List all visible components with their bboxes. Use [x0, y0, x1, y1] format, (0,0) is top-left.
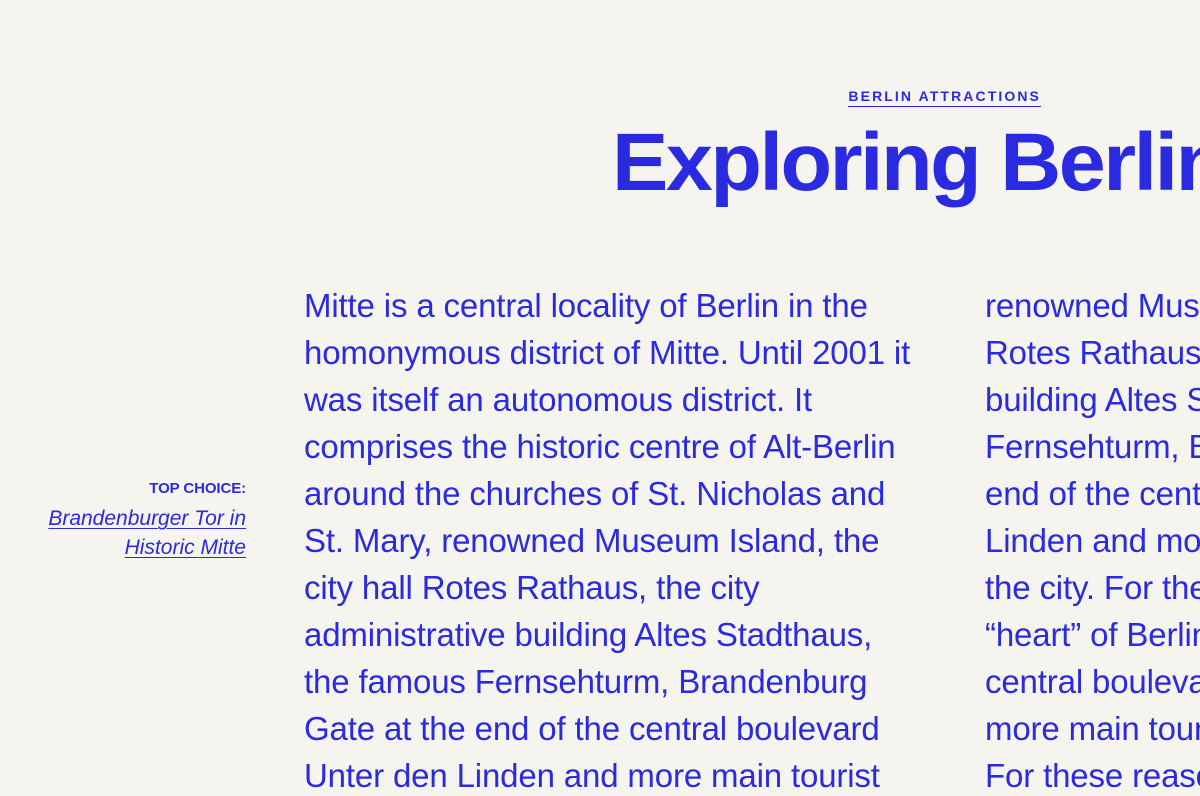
category-eyebrow-link[interactable]: BERLIN ATTRACTIONS	[848, 89, 1041, 107]
top-choice-link[interactable]: Brandenburger Tor in Historic Mitte	[48, 507, 246, 559]
eyebrow-row: BERLIN ATTRACTIONS	[0, 88, 1041, 107]
article-page: BERLIN ATTRACTIONS Exploring Berlin TOP …	[0, 0, 1200, 796]
top-choice-label: TOP CHOICE:	[149, 480, 246, 497]
article-paragraph: renowned Museum Island, the city hall Ro…	[985, 287, 1200, 794]
article-column-2: renowned Museum Island, the city hall Ro…	[985, 282, 1200, 796]
top-choice-sidenote: TOP CHOICE: Brandenburger Tor in Histori…	[0, 480, 246, 563]
article-column-1: Mitte is a central locality of Berlin in…	[304, 282, 925, 796]
article-paragraph: Mitte is a central locality of Berlin in…	[304, 287, 911, 794]
article-columns: Mitte is a central locality of Berlin in…	[304, 282, 1200, 796]
page-title: Exploring Berlin	[612, 117, 1200, 208]
